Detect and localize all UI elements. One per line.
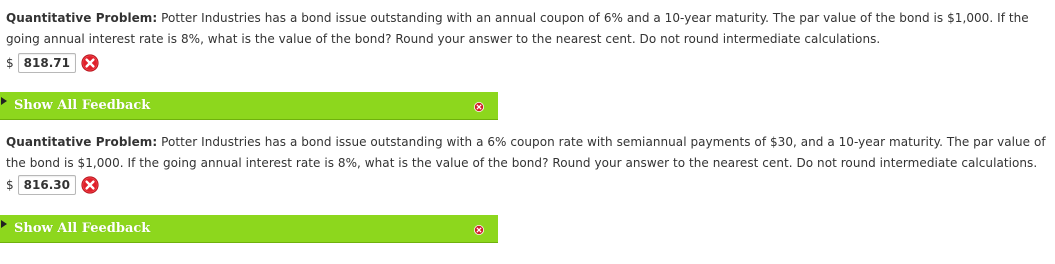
- expand-arrow-icon: [1, 97, 7, 105]
- question-2-text: Quantitative Problem: Potter Industries …: [6, 132, 1055, 174]
- show-all-feedback-button[interactable]: Show All Feedback: [0, 92, 498, 120]
- show-all-feedback-button[interactable]: Show All Feedback: [0, 215, 498, 243]
- question-2-body: Potter Industries has a bond issue outst…: [157, 135, 1046, 149]
- question-2-line-2: the bond is $1,000. If the going annual …: [6, 156, 1038, 170]
- close-x-icon[interactable]: [474, 225, 484, 235]
- answer-input[interactable]: 818.71: [17, 53, 76, 73]
- question-2-answer-row: $ 816.30: [6, 174, 99, 196]
- question-1-body: Potter Industries has a bond issue outst…: [157, 11, 1029, 25]
- currency-symbol: $: [6, 56, 14, 70]
- close-x-icon[interactable]: [474, 102, 484, 112]
- feedback-label: Show All Feedback: [14, 221, 151, 236]
- question-1-line-2: going annual interest rate is 8%, what i…: [6, 32, 881, 46]
- answer-input[interactable]: 816.30: [17, 175, 76, 195]
- question-2-line-1: Quantitative Problem: Potter Industries …: [6, 132, 1055, 153]
- wrong-x-icon: [81, 176, 99, 194]
- question-1-lead: Quantitative Problem:: [6, 11, 158, 25]
- question-1-text: Quantitative Problem: Potter Industries …: [6, 8, 1051, 50]
- expand-arrow-icon: [1, 220, 7, 228]
- currency-symbol: $: [6, 178, 14, 192]
- question-1-answer-row: $ 818.71: [6, 52, 99, 74]
- question-1-line-1: Quantitative Problem: Potter Industries …: [6, 8, 1051, 29]
- wrong-x-icon: [81, 54, 99, 72]
- question-2-lead: Quantitative Problem:: [6, 135, 158, 149]
- feedback-label: Show All Feedback: [14, 98, 151, 113]
